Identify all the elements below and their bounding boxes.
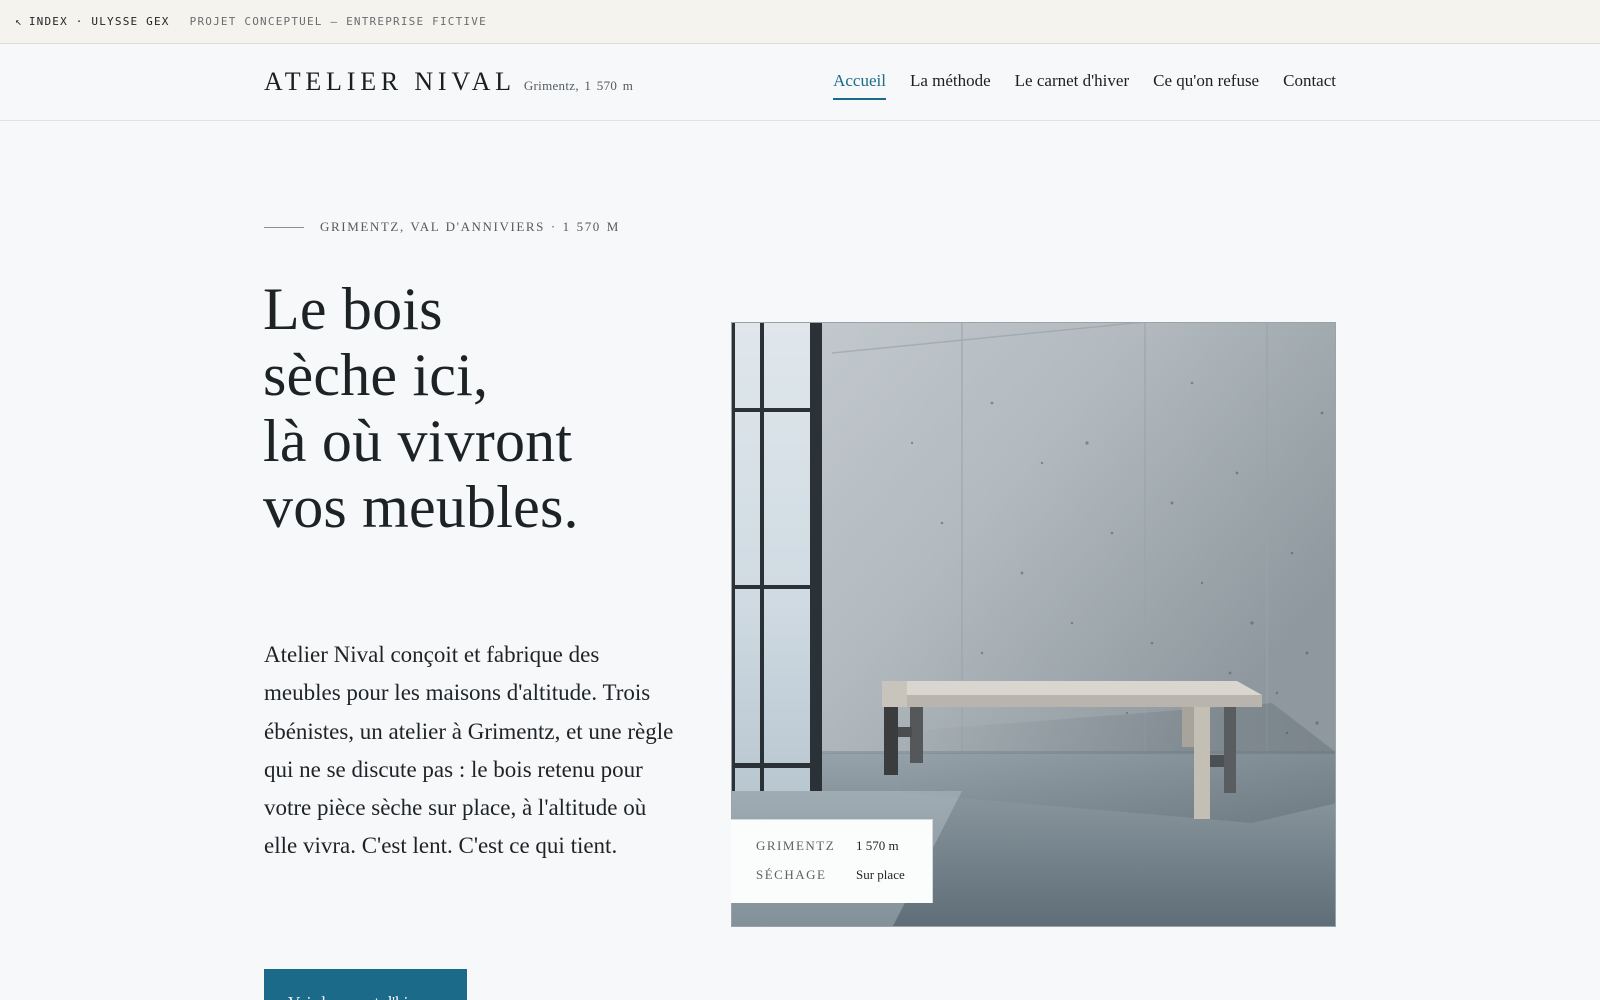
headline-line: là où vivront <box>263 408 573 474</box>
headline-line: vos meubles. <box>263 474 579 540</box>
main-nav: Accueil La méthode Le carnet d'hiver Ce … <box>833 71 1336 100</box>
nav-item-carnet-hiver[interactable]: Le carnet d'hiver <box>1015 71 1129 100</box>
hero-lead-paragraph: Atelier Nival conçoit et fabrique des me… <box>264 642 674 859</box>
project-note: PROJET CONCEPTUEL — ENTREPRISE FICTIVE <box>189 15 487 28</box>
eyebrow-rule <box>264 226 304 228</box>
brand-name: ATELIER NIVAL <box>264 67 516 96</box>
nav-item-ce-quon-refuse[interactable]: Ce qu'on refuse <box>1153 71 1259 100</box>
hero-headline: Le bois sèche ici, là où vivront vos meu… <box>263 276 683 540</box>
spec-value: 1 570 m <box>856 838 899 853</box>
brand-place: Grimentz, 1 570 m <box>523 78 634 93</box>
eyebrow-text: Grimentz, Val d'Anniviers · 1 570 m <box>320 219 620 234</box>
brand-logo-link[interactable]: ATELIER NIVAL Grimentz, 1 570 m <box>264 67 633 97</box>
spec-row: Séchage Sur place <box>756 867 932 896</box>
hero-eyebrow: Grimentz, Val d'Anniviers · 1 570 m <box>264 219 620 235</box>
spec-card: Grimentz 1 570 m Séchage Sur place <box>731 819 933 903</box>
nav-item-contact[interactable]: Contact <box>1283 71 1336 100</box>
headline-line: sèche ici, <box>263 342 489 408</box>
meta-strip: ↖ INDEX · ULYSSE GEX PROJET CONCEPTUEL —… <box>0 0 1600 44</box>
spec-label: Grimentz <box>756 838 836 853</box>
arrow-up-left-icon: ↖ <box>15 15 23 28</box>
carnet-hiver-cta-button[interactable]: Voir le carnet d'hiver <box>264 969 467 1000</box>
nav-item-accueil[interactable]: Accueil <box>833 71 886 100</box>
spec-value: Sur place <box>856 867 905 882</box>
spec-row: Grimentz 1 570 m <box>756 838 932 867</box>
headline-line: Le bois <box>263 276 443 342</box>
spec-label: Séchage <box>756 867 827 882</box>
site-header: ATELIER NIVAL Grimentz, 1 570 m Accueil … <box>0 44 1600 121</box>
nav-item-la-methode[interactable]: La méthode <box>910 71 991 100</box>
index-link[interactable]: INDEX · ULYSSE GEX <box>29 15 170 28</box>
